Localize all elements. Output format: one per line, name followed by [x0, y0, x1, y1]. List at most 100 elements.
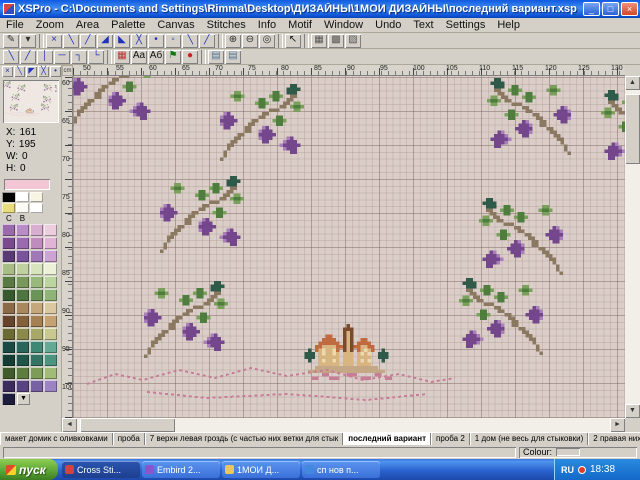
taskbar-item-1[interactable]: Embird 2...: [142, 461, 220, 478]
palette-quick-swatch[interactable]: [2, 192, 15, 202]
palette-swatch[interactable]: [30, 237, 43, 249]
palette-swatch[interactable]: [16, 263, 29, 275]
palette-swatch[interactable]: [16, 276, 29, 288]
palette-swatch[interactable]: [16, 354, 29, 366]
half-stitch-alt-tool[interactable]: ╱: [80, 34, 96, 48]
quarter-stitch-tool[interactable]: ◢: [97, 34, 113, 48]
palette-swatch[interactable]: [2, 380, 15, 392]
pattern-tab-4[interactable]: проба 2: [431, 433, 470, 445]
palette-swatch[interactable]: [2, 328, 15, 340]
zoom-fit-icon[interactable]: ◎: [259, 34, 275, 48]
scroll-left-button[interactable]: ◄: [62, 418, 77, 432]
palette-swatch[interactable]: [44, 276, 57, 288]
palette-swatch[interactable]: [2, 289, 15, 301]
scroll-up-button[interactable]: ▲: [625, 76, 640, 90]
palette-swatch[interactable]: [44, 328, 57, 340]
vertical-scrollbar[interactable]: ▲ ▼: [625, 76, 640, 418]
three-quarter-stitch-tool[interactable]: ◣: [114, 34, 130, 48]
horizontal-scroll-thumb[interactable]: [80, 418, 175, 432]
palette-swatch[interactable]: [16, 341, 29, 353]
palette-swatch[interactable]: [30, 250, 43, 262]
palette-swatch[interactable]: [2, 354, 15, 366]
backstitch-corner2-icon[interactable]: └: [88, 50, 104, 64]
menu-item-3[interactable]: Palette: [105, 19, 151, 31]
palette-swatch[interactable]: [16, 289, 29, 301]
palette-swatch[interactable]: [30, 302, 43, 314]
palette-swatch[interactable]: [2, 224, 15, 236]
palette-swatch[interactable]: [30, 263, 43, 275]
menu-item-8[interactable]: Window: [318, 19, 369, 31]
palette-swatch[interactable]: [30, 341, 43, 353]
tray-icon[interactable]: [578, 466, 586, 474]
menu-item-7[interactable]: Motif: [282, 19, 318, 31]
pattern-tab-0[interactable]: макет домик с оливковками: [0, 433, 113, 445]
color-palette-icon[interactable]: ▦: [114, 50, 130, 64]
pattern-tab-2[interactable]: 7 верхн левая гроздь (с частью них ветки…: [145, 433, 344, 445]
palette-swatch[interactable]: [2, 263, 15, 275]
pattern-tab-1[interactable]: проба: [113, 433, 145, 445]
font-tool[interactable]: Aa: [131, 50, 147, 64]
symbol-view-icon[interactable]: ▨: [345, 34, 361, 48]
palette-swatch[interactable]: [44, 289, 57, 301]
palette-swatch[interactable]: [30, 380, 43, 392]
backstitch-v-icon[interactable]: │: [37, 50, 53, 64]
taskbar-item-2[interactable]: 1МОИ Д...: [222, 461, 300, 478]
palette-quick-swatch[interactable]: [16, 192, 29, 202]
motif-thumb-1[interactable]: ▤: [208, 50, 224, 64]
motif-thumb-2[interactable]: ▤: [225, 50, 241, 64]
maximize-button[interactable]: □: [602, 2, 619, 16]
palette-swatch[interactable]: [44, 341, 57, 353]
menu-item-12[interactable]: Help: [491, 19, 526, 31]
palette-swatch[interactable]: [44, 380, 57, 392]
zoom-in-icon[interactable]: ⊕: [225, 34, 241, 48]
scroll-down-button[interactable]: ▼: [625, 404, 640, 418]
stitch-canvas[interactable]: [73, 76, 625, 418]
mini-quarter-stitch[interactable]: ◤: [26, 66, 37, 77]
palette-swatch[interactable]: [44, 315, 57, 327]
palette-swatch[interactable]: [30, 367, 43, 379]
palette-swatch[interactable]: [30, 328, 43, 340]
palette-swatch[interactable]: [44, 237, 57, 249]
scroll-right-button[interactable]: ►: [610, 418, 625, 432]
palette-scroll-down-button[interactable]: ▼: [17, 393, 30, 405]
palette-swatch[interactable]: [2, 237, 15, 249]
palette-footer-swatch[interactable]: [2, 393, 15, 405]
palette-swatch[interactable]: [30, 315, 43, 327]
menu-item-6[interactable]: Info: [252, 19, 282, 31]
palette-quick-swatch[interactable]: [16, 203, 29, 213]
selected-color-swatch[interactable]: [4, 179, 50, 190]
palette-swatch[interactable]: [2, 341, 15, 353]
menu-item-9[interactable]: Undo: [369, 19, 407, 31]
taskbar-item-3[interactable]: сп нов п...: [302, 461, 380, 478]
bead-tool[interactable]: ◦: [165, 34, 181, 48]
backstitch-nw-icon[interactable]: ╲: [3, 50, 19, 64]
menu-item-4[interactable]: Canvas: [151, 19, 200, 31]
taskbar-item-0[interactable]: Cross Sti...: [62, 461, 140, 478]
menu-item-10[interactable]: Text: [407, 19, 439, 31]
flag-icon[interactable]: ⚑: [165, 50, 181, 64]
backstitch-h-icon[interactable]: ─: [54, 50, 70, 64]
pattern-tab-5[interactable]: 1 дом (не весь для стыковки): [470, 433, 589, 445]
color-view-icon[interactable]: ▩: [328, 34, 344, 48]
menu-item-2[interactable]: Area: [70, 19, 105, 31]
palette-swatch[interactable]: [44, 302, 57, 314]
palette-swatch[interactable]: [16, 367, 29, 379]
mini-full-stitch[interactable]: ×: [2, 66, 13, 77]
palette-swatch[interactable]: [2, 276, 15, 288]
french-knot-tool[interactable]: •: [148, 34, 164, 48]
menu-item-5[interactable]: Stitches: [201, 19, 252, 31]
petite-stitch-tool[interactable]: ╳: [131, 34, 147, 48]
mini-petite-stitch[interactable]: ╳: [38, 66, 49, 77]
palette-swatch[interactable]: [16, 250, 29, 262]
palette-swatch[interactable]: [16, 237, 29, 249]
palette-swatch[interactable]: [44, 263, 57, 275]
palette-swatch[interactable]: [2, 250, 15, 262]
palette-quick-swatch[interactable]: [30, 203, 43, 213]
palette-swatch[interactable]: [2, 367, 15, 379]
grid-view-icon[interactable]: ▦: [311, 34, 327, 48]
full-cross-stitch-tool[interactable]: ×: [46, 34, 62, 48]
menu-item-11[interactable]: Settings: [440, 19, 492, 31]
pattern-tab-6[interactable]: 2 правая них гр: [588, 433, 640, 445]
start-button[interactable]: пуск: [0, 459, 58, 480]
menu-item-1[interactable]: Zoom: [30, 19, 70, 31]
